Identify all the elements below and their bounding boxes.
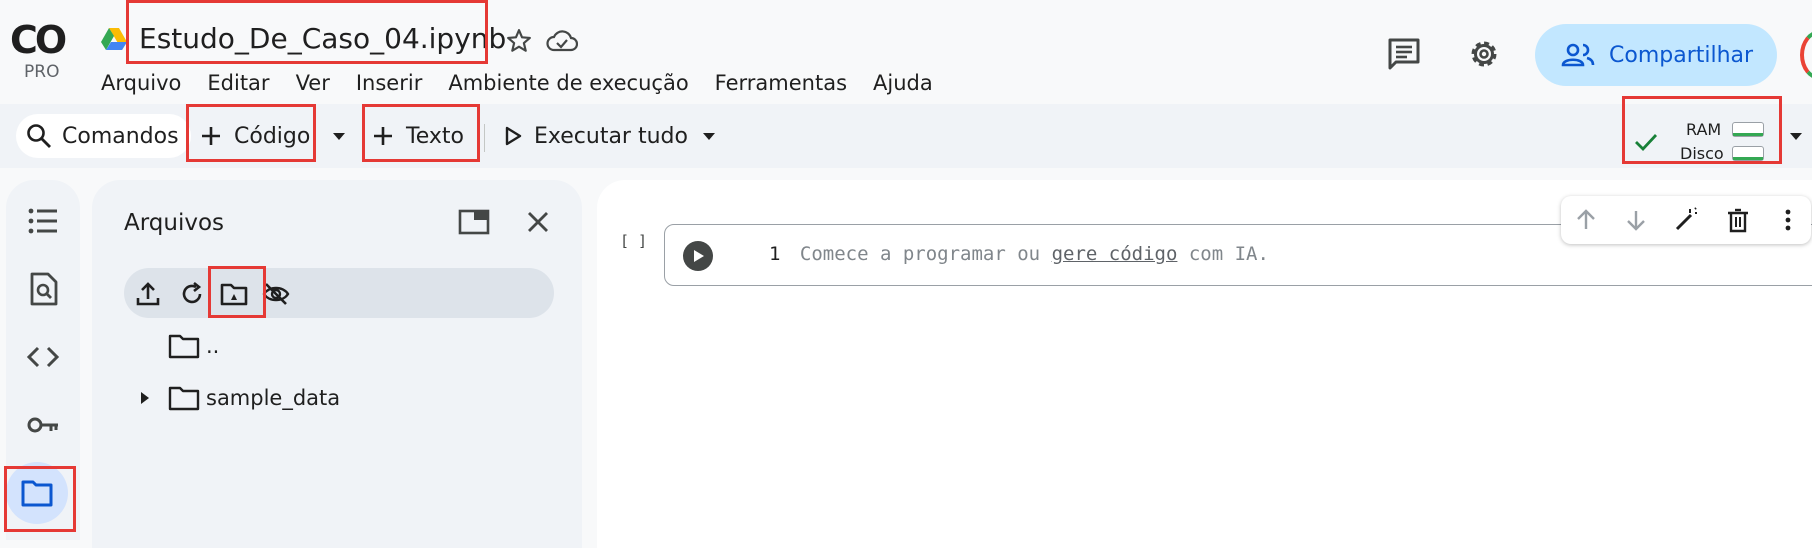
add-code-label: Código — [234, 123, 311, 149]
resources-indicator[interactable]: RAM Disco — [1628, 114, 1778, 166]
menu-arquivo[interactable]: Arquivo — [101, 70, 181, 96]
comment-icon[interactable] — [1386, 36, 1422, 72]
google-drive-icon[interactable] — [101, 27, 127, 51]
edit-with-ai-icon[interactable] — [1673, 207, 1699, 233]
delete-icon[interactable] — [1725, 207, 1751, 233]
tree-item-label: sample_data — [206, 386, 341, 410]
menu-bar: Arquivo Editar Ver Inserir Ambiente de e… — [101, 70, 959, 96]
key-icon[interactable] — [26, 408, 60, 442]
code-dropdown-icon[interactable] — [331, 132, 347, 142]
code-editor[interactable]: 1 Comece a programar ou gere código com … — [769, 243, 1269, 265]
menu-editar[interactable]: Editar — [207, 70, 269, 96]
disk-label: Disco — [1680, 144, 1724, 163]
run-all-label: Executar tudo — [534, 123, 688, 149]
gear-icon[interactable] — [1466, 36, 1502, 72]
files-rail-active[interactable] — [6, 462, 68, 524]
add-code-button[interactable]: Código — [200, 114, 310, 158]
move-down-icon[interactable] — [1623, 207, 1649, 233]
menu-ver[interactable]: Ver — [296, 70, 330, 96]
hide-files-icon[interactable] — [262, 280, 290, 308]
share-button[interactable]: Compartilhar — [1535, 24, 1777, 86]
cloud-saved-icon[interactable] — [546, 28, 578, 54]
menu-inserir[interactable]: Inserir — [356, 70, 422, 96]
files-panel-title: Arquivos — [124, 210, 225, 236]
files-panel: Arquivos .. sample_data — [92, 180, 582, 548]
find-in-document-icon[interactable] — [26, 272, 60, 306]
header: CO PRO Estudo_De_Caso_04.ipynb Arquivo E… — [0, 0, 1812, 104]
commands-label: Comandos — [62, 123, 179, 149]
run-cell-button[interactable] — [683, 241, 713, 271]
people-icon — [1561, 43, 1595, 67]
tree-item-label: .. — [206, 334, 220, 358]
plus-icon — [374, 127, 392, 145]
run-dropdown-icon[interactable] — [701, 132, 717, 142]
line-number: 1 — [769, 243, 781, 265]
expand-arrow-icon[interactable] — [138, 390, 152, 406]
placeholder-text-end: com IA. — [1177, 243, 1269, 265]
upload-icon[interactable] — [134, 280, 162, 308]
add-text-button[interactable]: Texto — [372, 114, 464, 158]
avatar[interactable] — [1800, 30, 1812, 80]
ram-label: RAM — [1686, 120, 1722, 139]
share-label: Compartilhar — [1609, 42, 1754, 68]
code-snippets-icon[interactable] — [26, 340, 60, 374]
play-icon — [505, 126, 522, 146]
logo-pro-label: PRO — [24, 62, 60, 82]
menu-ambiente[interactable]: Ambiente de execução — [448, 70, 688, 96]
notebook-title[interactable]: Estudo_De_Caso_04.ipynb — [139, 22, 506, 56]
colab-logo[interactable]: CO PRO — [10, 18, 80, 88]
mount-drive-icon[interactable] — [220, 280, 248, 308]
close-icon[interactable] — [526, 210, 550, 234]
search-icon — [27, 124, 51, 148]
refresh-icon[interactable] — [178, 280, 206, 308]
star-icon[interactable] — [506, 28, 532, 54]
run-all-button[interactable]: Executar tudo — [504, 114, 688, 158]
open-in-tab-icon[interactable] — [458, 208, 490, 236]
tree-item-parent[interactable]: .. — [168, 332, 219, 360]
cell-toolbar — [1561, 196, 1811, 244]
ram-usage-bar — [1732, 122, 1764, 137]
tree-item-sample-data[interactable]: sample_data — [138, 384, 340, 412]
menu-ferramentas[interactable]: Ferramentas — [715, 70, 847, 96]
play-icon — [694, 250, 704, 262]
logo-text: CO — [10, 18, 67, 62]
check-icon — [1635, 134, 1658, 152]
menu-ajuda[interactable]: Ajuda — [873, 70, 933, 96]
cell-execution-count: [ ] — [620, 232, 648, 250]
more-options-icon[interactable] — [1775, 207, 1801, 233]
move-up-icon[interactable] — [1573, 207, 1599, 233]
files-toolbar — [124, 268, 554, 318]
commands-button[interactable]: Comandos — [16, 114, 191, 158]
disk-usage-bar — [1732, 146, 1764, 161]
notebook-toolbar: Comandos Código Texto Executar tudo RAM … — [0, 96, 1812, 168]
folder-icon — [21, 480, 53, 507]
resources-dropdown-icon[interactable] — [1788, 132, 1804, 142]
folder-icon — [168, 334, 200, 359]
generate-code-link[interactable]: gere código — [1052, 243, 1178, 265]
placeholder-text: Comece a programar ou — [799, 243, 1052, 265]
toolbar-divider — [484, 124, 485, 152]
add-text-label: Texto — [406, 123, 464, 149]
folder-icon — [168, 386, 200, 411]
plus-icon — [202, 127, 220, 145]
colab-window: CO PRO Estudo_De_Caso_04.ipynb Arquivo E… — [0, 0, 1812, 548]
table-of-contents-icon[interactable] — [26, 204, 60, 238]
